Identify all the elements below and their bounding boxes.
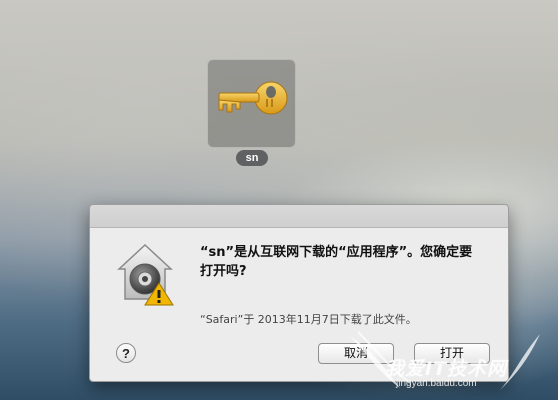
dialog-message: “sn”是从互联网下载的“应用程序”。您确定要打开吗? <box>200 245 473 279</box>
file-icon-sn[interactable] <box>207 59 296 148</box>
dialog-info-text: “Safari”于 2013年11月7日下载了此文件。 <box>200 313 417 326</box>
help-button[interactable]: ? <box>116 343 136 363</box>
watermark-text: 我爱IT技术网 <box>385 358 508 380</box>
dialog-titlebar[interactable] <box>90 205 508 228</box>
key-icon <box>218 81 288 115</box>
file-label-sn[interactable]: sn <box>236 150 268 166</box>
gatekeeper-warning-icon <box>117 243 174 306</box>
watermark-subtext: jingyan.baidu.com <box>396 378 477 389</box>
desktop: { "desktop": { "file": { "label": "sn", … <box>0 0 558 400</box>
